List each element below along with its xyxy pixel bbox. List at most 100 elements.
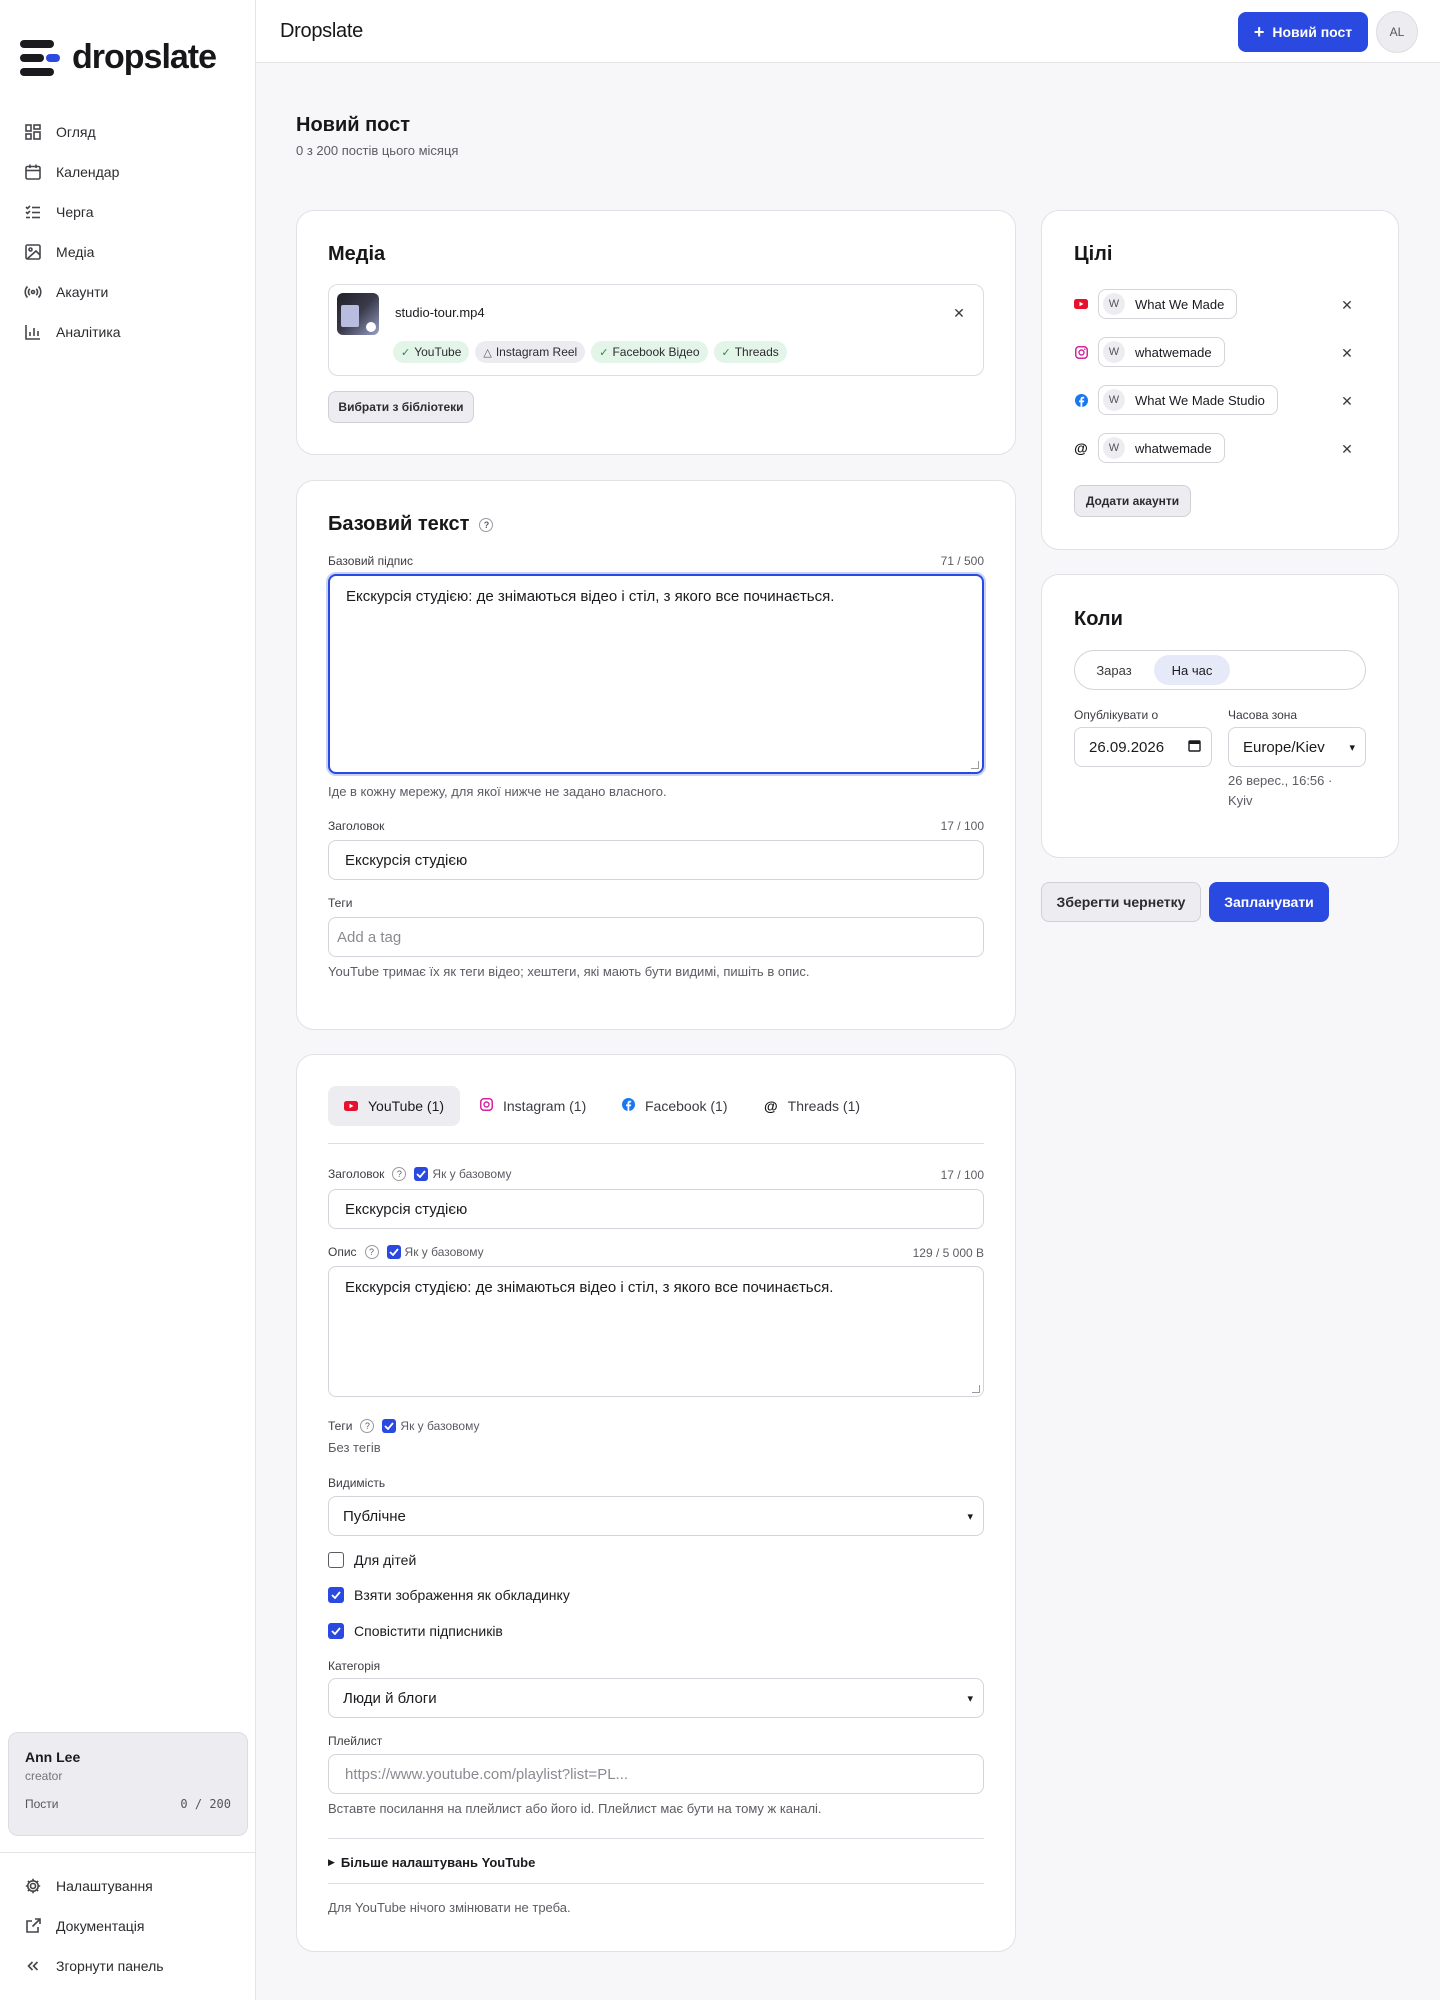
visibility-select[interactable]: Публічне ▾	[328, 1496, 984, 1536]
help-icon[interactable]: ?	[392, 1167, 407, 1181]
remove-target-button[interactable]: ✕	[1339, 345, 1355, 361]
user-card[interactable]: Ann Lee creator Пости 0 / 200	[8, 1732, 248, 1836]
logo[interactable]: dropslate	[20, 38, 217, 77]
caption-counter: 71 / 500	[940, 554, 984, 568]
avatar[interactable]: AL	[1376, 11, 1418, 53]
category-select[interactable]: Люди й блоги ▾	[328, 1678, 984, 1718]
timezone-select[interactable]: Europe/Kiev ▾	[1228, 727, 1366, 767]
resize-handle[interactable]	[972, 1385, 980, 1393]
same-as-base-toggle[interactable]: Як у базовому	[414, 1167, 511, 1181]
sidebar-item-label: Акаунти	[56, 284, 109, 300]
new-post-button[interactable]: + Новий пост	[1238, 12, 1368, 52]
threads-icon: @	[764, 1098, 778, 1114]
account-pill[interactable]: Wwhatwemade	[1098, 433, 1225, 463]
yt-headline-label: Заголовок	[328, 1167, 385, 1181]
sidebar-item-queue[interactable]: Черга	[16, 192, 240, 232]
checkbox-checked-icon	[328, 1623, 344, 1639]
warning-icon: △	[483, 346, 492, 359]
sidebar-item-accounts[interactable]: Акаунти	[16, 272, 240, 312]
external-link-icon	[26, 1918, 41, 1933]
help-icon[interactable]: ?	[479, 517, 494, 532]
headline-label: Заголовок	[328, 819, 385, 833]
sidebar-item-label: Налаштування	[56, 1878, 153, 1894]
publish-date-input[interactable]: 26.09.2026	[1074, 727, 1212, 767]
yt-desc-text: Екскурсія студією: де знімаються відео і…	[345, 1279, 834, 1296]
sidebar-item-analytics[interactable]: Аналітика	[16, 312, 240, 352]
remove-target-button[interactable]: ✕	[1339, 441, 1355, 457]
add-accounts-button[interactable]: Додати акаунти	[1074, 485, 1191, 517]
gear-icon	[25, 1878, 41, 1894]
tab-facebook[interactable]: Facebook (1)	[606, 1086, 743, 1126]
sidebar-item-collapse[interactable]: Згорнути панель	[16, 1946, 240, 1986]
broadcast-icon	[24, 285, 42, 299]
youtube-icon	[1074, 297, 1088, 311]
target-row-threads: @ Wwhatwemade	[1074, 433, 1225, 463]
sidebar-item-settings[interactable]: Налаштування	[16, 1866, 240, 1906]
sidebar-item-media[interactable]: Медіа	[16, 232, 240, 272]
account-pill[interactable]: Wwhatwemade	[1098, 337, 1225, 367]
bar-chart-icon	[25, 325, 40, 340]
resize-handle[interactable]	[971, 761, 979, 769]
remove-media-button[interactable]: ✕	[951, 305, 967, 321]
youtube-footer-note: Для YouTube нічого змінювати не треба.	[328, 1900, 571, 1915]
playlist-input[interactable]: https://www.youtube.com/playlist?list=PL…	[328, 1754, 984, 1794]
image-icon	[25, 244, 41, 260]
sidebar-item-label: Медіа	[56, 244, 95, 260]
headline-input[interactable]: Екскурсія студією	[328, 840, 984, 880]
checkbox-checked-icon	[382, 1419, 397, 1433]
sidebar-item-calendar[interactable]: Календар	[16, 152, 240, 192]
logo-text: dropslate	[72, 38, 217, 76]
sidebar-item-docs[interactable]: Документація	[16, 1906, 240, 1946]
remove-target-button[interactable]: ✕	[1339, 297, 1355, 313]
help-icon[interactable]: ?	[364, 1245, 379, 1259]
account-pill[interactable]: W What We Made	[1098, 289, 1238, 319]
tab-youtube[interactable]: YouTube (1)	[328, 1086, 461, 1126]
playlist-label: Плейлист	[328, 1734, 383, 1748]
account-avatar: W	[1103, 389, 1125, 411]
schedule-button[interactable]: Запланувати	[1209, 882, 1329, 922]
user-posts-value: 0 / 200	[180, 1797, 231, 1811]
account-avatar: W	[1103, 437, 1125, 459]
sidebar-item-label: Аналітика	[56, 324, 121, 340]
yt-desc-counter: 129 / 5 000 B	[912, 1246, 984, 1260]
yt-headline-counter: 17 / 100	[940, 1168, 984, 1182]
chevrons-left-icon	[27, 1961, 39, 1971]
save-draft-button[interactable]: Зберегти чернетку	[1041, 882, 1201, 922]
same-as-base-toggle[interactable]: Як у базовому	[386, 1245, 484, 1259]
targets-title: Цілі	[1074, 243, 1113, 265]
caption-textarea[interactable]: Екскурсія студією: де знімаються відео і…	[328, 574, 984, 774]
page-title: Новий пост	[296, 114, 411, 136]
target-row-instagram: Wwhatwemade	[1074, 337, 1225, 367]
yt-tags-label: Теги	[328, 1419, 353, 1433]
tags-input[interactable]: Add a tag	[328, 917, 984, 957]
grid-icon	[25, 124, 41, 140]
same-as-base-toggle[interactable]: Як у базовому	[382, 1419, 479, 1433]
remove-target-button[interactable]: ✕	[1339, 393, 1355, 409]
more-youtube-settings-toggle[interactable]: ▶ Більше налаштувань YouTube	[328, 1855, 535, 1870]
check-icon: ✓	[721, 346, 731, 359]
notify-subscribers-checkbox[interactable]: Сповістити підписників	[328, 1623, 503, 1639]
choose-from-library-button[interactable]: Вибрати з бібліотеки	[328, 391, 474, 423]
check-icon: ✓	[401, 346, 411, 359]
chevron-down-icon: ▾	[967, 1510, 973, 1523]
tab-threads[interactable]: @ Threads (1)	[748, 1086, 876, 1126]
sidebar-item-overview[interactable]: Огляд	[16, 112, 240, 152]
visibility-value: Публічне	[343, 1507, 406, 1525]
sidebar-item-label: Календар	[56, 164, 120, 180]
base-text-title: Базовий текст?	[328, 513, 494, 536]
new-post-label: Новий пост	[1272, 24, 1353, 40]
video-thumbnail[interactable]	[337, 293, 379, 335]
user-posts-label: Пости	[25, 1797, 59, 1811]
made-for-kids-checkbox[interactable]: Для дітей	[328, 1552, 416, 1568]
account-pill[interactable]: W What We Made Studio	[1098, 385, 1278, 415]
calendar-icon	[1188, 739, 1201, 756]
mode-now-option[interactable]: Зараз	[1079, 655, 1149, 685]
help-icon[interactable]: ?	[360, 1419, 375, 1433]
use-image-as-cover-checkbox[interactable]: Взяти зображення як обкладинку	[328, 1587, 570, 1603]
yt-tags-label-row: Теги ? Як у базовому	[328, 1419, 479, 1433]
tab-instagram[interactable]: Instagram (1)	[464, 1086, 602, 1126]
yt-desc-textarea[interactable]: Екскурсія студією: де знімаються відео і…	[328, 1266, 984, 1397]
category-value: Люди й блоги	[343, 1689, 437, 1707]
yt-headline-input[interactable]: Екскурсія студією	[328, 1189, 984, 1229]
mode-scheduled-option[interactable]: На час	[1154, 655, 1230, 685]
